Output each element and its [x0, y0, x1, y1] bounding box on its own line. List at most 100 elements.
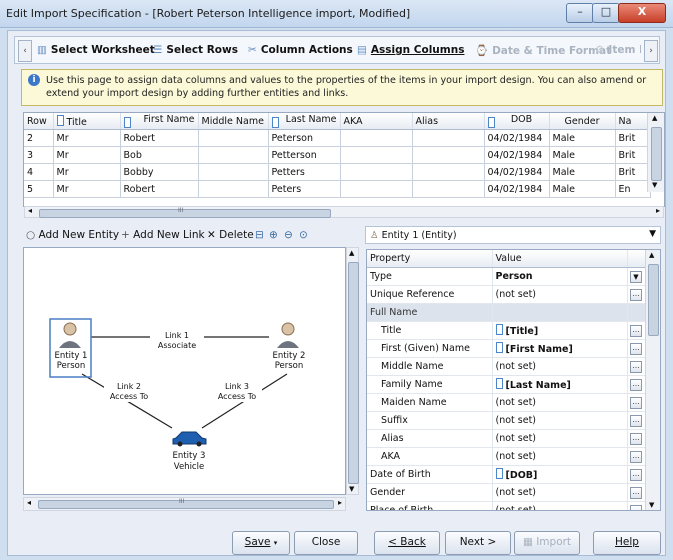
link-3-label[interactable]: Link 3 Access To	[212, 382, 262, 402]
link-2-label[interactable]: Link 2 Access To	[104, 382, 154, 402]
help-button[interactable]: Help	[593, 531, 661, 555]
property-row[interactable]: Middle Name (not set)…	[367, 357, 646, 376]
ellipsis-icon[interactable]: …	[630, 397, 642, 409]
step-select-worksheet[interactable]: ▥ Select Worksheet	[37, 44, 155, 56]
scroll-up-icon[interactable]: ▲	[652, 114, 657, 122]
grid-vscroll-thumb[interactable]	[651, 127, 662, 181]
property-value[interactable]: (not set)	[492, 411, 628, 430]
diagram-vertical-scrollbar[interactable]: ▲ ▼	[346, 247, 359, 495]
table-row[interactable]: 4 Mr Bobby Petters 04/02/1984 Male Brit	[24, 163, 651, 181]
property-row[interactable]: Family Name [Last Name]…	[367, 375, 646, 394]
diagram-hscroll-thumb[interactable]: III	[38, 498, 334, 509]
grid-vertical-scrollbar[interactable]: ▲ ▼	[647, 113, 664, 192]
chevron-down-icon[interactable]: ▼	[630, 270, 642, 283]
step-column-actions[interactable]: ✂ Column Actions	[248, 44, 353, 56]
scroll-down-icon[interactable]: ▼	[652, 181, 657, 189]
ellipsis-icon[interactable]: …	[630, 361, 642, 373]
table-row[interactable]: 3 Mr Bob Petterson 04/02/1984 Male Brit	[24, 146, 651, 164]
ellipsis-icon[interactable]: …	[630, 451, 642, 463]
layout-icon[interactable]: ⊟	[255, 229, 264, 241]
column-header-nationality[interactable]: Na	[615, 113, 651, 130]
link-1-label[interactable]: Link 1 Associate	[150, 331, 204, 351]
property-value[interactable]: (not set)	[492, 357, 628, 376]
property-row[interactable]: Alias (not set)…	[367, 429, 646, 448]
delete-button[interactable]: ✕ Delete	[207, 229, 254, 241]
property-row[interactable]: Maiden Name (not set)…	[367, 393, 646, 412]
minimize-button[interactable]: –	[566, 3, 594, 23]
property-group-row[interactable]: Full Name	[367, 303, 646, 322]
add-new-entity-button[interactable]: ○ Add New Entity	[26, 229, 119, 241]
ellipsis-icon[interactable]: …	[630, 487, 642, 499]
grid-hscroll-thumb[interactable]: III	[39, 207, 331, 218]
close-window-button[interactable]: X	[618, 3, 666, 23]
scroll-down-icon[interactable]: ▼	[649, 501, 654, 509]
property-value[interactable]: (not set)	[492, 447, 628, 466]
add-new-link-button[interactable]: + Add New Link	[121, 229, 205, 241]
scroll-up-icon[interactable]: ▲	[349, 249, 354, 257]
ellipsis-icon[interactable]: …	[630, 415, 642, 427]
property-row[interactable]: Date of Birth [DOB]…	[367, 465, 646, 484]
ellipsis-icon[interactable]: …	[630, 505, 642, 510]
save-button[interactable]: Save ▾	[232, 531, 290, 555]
entity-3-node[interactable]: Entity 3 Vehicle	[168, 451, 210, 473]
entity-1-node[interactable]: Entity 1 Person	[52, 351, 90, 371]
step-select-rows[interactable]: ☰ Select Rows	[153, 44, 238, 56]
ellipsis-icon[interactable]: …	[630, 289, 642, 301]
scroll-down-icon[interactable]: ▼	[349, 485, 354, 493]
column-header-last-name[interactable]: Last Name	[268, 113, 341, 130]
property-row[interactable]: Suffix (not set)…	[367, 411, 646, 430]
property-value[interactable]: [DOB]	[492, 465, 628, 484]
property-row[interactable]: Place of Birth (not set)…	[367, 501, 646, 510]
property-value[interactable]: [First Name]	[492, 339, 628, 358]
steps-scroll-right-icon[interactable]: ›	[644, 40, 658, 62]
column-header-gender[interactable]: Gender	[549, 113, 616, 130]
scroll-right-icon[interactable]: ▸	[338, 498, 342, 507]
scroll-left-icon[interactable]: ◂	[28, 206, 32, 215]
property-value[interactable]: (not set)	[492, 501, 628, 510]
property-value[interactable]: [Last Name]	[492, 375, 628, 394]
column-header-title[interactable]: Title	[53, 113, 121, 130]
scroll-up-icon[interactable]: ▲	[649, 251, 654, 259]
properties-vertical-scrollbar[interactable]: ▲ ▼	[645, 250, 660, 510]
property-value[interactable]: (not set)	[492, 393, 628, 412]
table-row[interactable]: 2 Mr Robert Peterson 04/02/1984 Male Bri…	[24, 129, 651, 147]
network-diagram[interactable]: Entity 1 Person Entity 2 Person Entity 3…	[23, 247, 346, 495]
diagram-vscroll-thumb[interactable]	[348, 262, 359, 484]
diagram-horizontal-scrollbar[interactable]: ◂ III ▸	[23, 497, 346, 511]
scroll-left-icon[interactable]: ◂	[27, 498, 31, 507]
property-row[interactable]: First (Given) Name [First Name]…	[367, 339, 646, 358]
data-preview-grid[interactable]: Row Title First Name Middle Name Last Na…	[23, 112, 665, 207]
column-header-first-name[interactable]: First Name	[120, 113, 199, 130]
property-value[interactable]: Person	[492, 267, 628, 286]
column-header-row[interactable]: Row	[24, 113, 54, 130]
column-header-alias[interactable]: Alias	[412, 113, 485, 130]
ellipsis-icon[interactable]: …	[630, 325, 642, 337]
maximize-button[interactable]: □	[592, 3, 620, 23]
ellipsis-icon[interactable]: …	[630, 343, 642, 355]
step-assign-columns[interactable]: ▤ Assign Columns	[357, 44, 464, 56]
scroll-right-icon[interactable]: ▸	[656, 206, 660, 215]
steps-scroll-left-icon[interactable]: ‹	[18, 40, 32, 62]
property-value[interactable]: [Title]	[492, 321, 628, 340]
next-button[interactable]: Next >	[445, 531, 511, 555]
property-row[interactable]: Unique Reference (not set)…	[367, 285, 646, 304]
ellipsis-icon[interactable]: …	[630, 433, 642, 445]
ellipsis-icon[interactable]: …	[630, 469, 642, 481]
entity-selector-dropdown[interactable]: ♙ Entity 1 (Entity) ▼	[365, 226, 661, 244]
zoom-fit-icon[interactable]: ⊙	[299, 229, 308, 241]
entity-2-node[interactable]: Entity 2 Person	[268, 351, 310, 371]
zoom-out-icon[interactable]: ⊖	[284, 229, 293, 241]
column-header-dob[interactable]: DOB	[484, 113, 550, 130]
back-button[interactable]: < Back	[374, 531, 440, 555]
property-value[interactable]: (not set)	[492, 429, 628, 448]
close-button[interactable]: Close	[294, 531, 358, 555]
properties-grid[interactable]: Property Value Type Person ▼ Unique Referen…	[366, 249, 661, 511]
ellipsis-icon[interactable]: …	[630, 379, 642, 391]
properties-vscroll-thumb[interactable]	[648, 264, 659, 336]
property-row[interactable]: Gender (not set)…	[367, 483, 646, 502]
grid-horizontal-scrollbar[interactable]: ◂ III ▸	[24, 206, 664, 218]
zoom-in-icon[interactable]: ⊕	[269, 229, 278, 241]
property-row[interactable]: Type Person ▼	[367, 267, 646, 286]
property-value[interactable]: (not set)	[492, 285, 628, 304]
property-value[interactable]: (not set)	[492, 483, 628, 502]
